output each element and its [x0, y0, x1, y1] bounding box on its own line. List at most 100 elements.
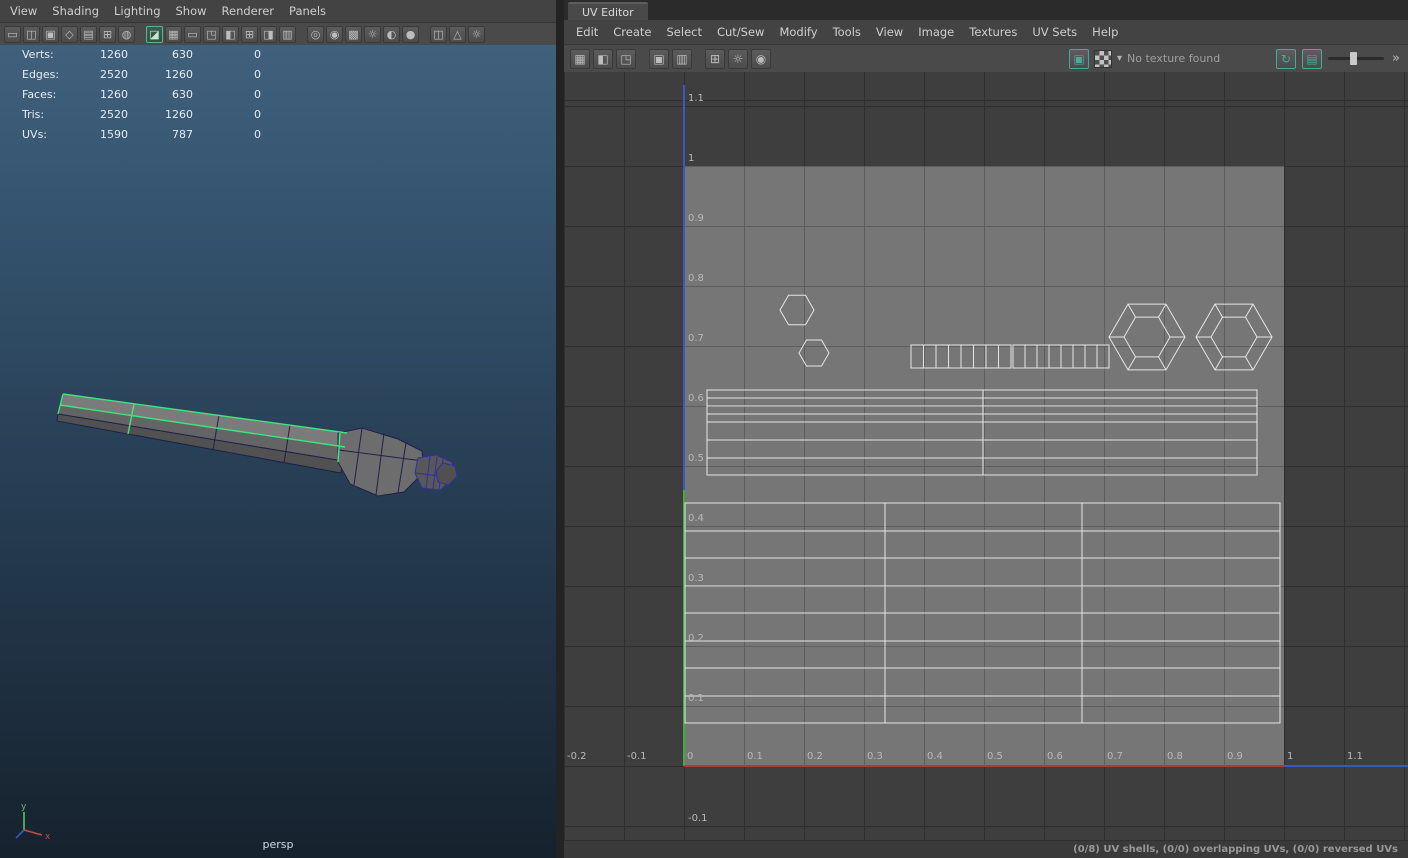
viewport-menubar: View Shading Lighting Show Renderer Pane…: [0, 0, 556, 23]
uv-shell-hex-small-2[interactable]: [798, 339, 830, 367]
image-ratio-icon[interactable]: [1302, 48, 1323, 69]
menu-modify[interactable]: Modify: [779, 25, 817, 39]
xray-icon[interactable]: [430, 25, 447, 43]
uv-shell-hex-small-1[interactable]: [779, 294, 815, 326]
uv-grid-x-label: 0.6: [1047, 751, 1063, 762]
textured-display-icon[interactable]: [345, 25, 362, 43]
uv-shell-strip-2[interactable]: [1012, 344, 1110, 369]
uv-snapshot-icon[interactable]: [751, 48, 771, 69]
uv-grid-x-label: 1.1: [1347, 751, 1363, 762]
menu-edit[interactable]: Edit: [576, 25, 598, 39]
exposure-icon[interactable]: [468, 25, 485, 43]
texture-dropdown-caret[interactable]: [1117, 53, 1122, 64]
oversampling-icon[interactable]: [118, 25, 135, 43]
image-dim-slider[interactable]: [1328, 52, 1385, 65]
uv-grid-y-label: 1: [688, 153, 695, 164]
checker-pattern-icon[interactable]: [1094, 49, 1112, 68]
menu-image[interactable]: Image: [918, 25, 954, 39]
menu-view[interactable]: View: [10, 4, 37, 18]
pan-zoom-icon[interactable]: [99, 25, 116, 43]
uv-grid-y-label: 0.6: [688, 393, 704, 404]
uv-shell-body[interactable]: [684, 502, 1281, 724]
menu-renderer[interactable]: Renderer: [222, 4, 275, 18]
menu-textures[interactable]: Textures: [969, 25, 1017, 39]
safe-action-icon[interactable]: [260, 25, 277, 43]
ambient-occlusion-icon[interactable]: [402, 25, 419, 43]
panel-divider[interactable]: [556, 0, 564, 858]
menu-uv-view[interactable]: View: [876, 25, 903, 39]
film-gate-icon[interactable]: [184, 25, 201, 43]
uv-shell-nut-1[interactable]: [1108, 303, 1186, 371]
uv-grid-x-label: 0.3: [867, 751, 883, 762]
texture-status-label: No texture found: [1127, 52, 1221, 65]
uv-grid-x-label: 0: [687, 751, 694, 762]
menu-panels[interactable]: Panels: [289, 4, 326, 18]
safe-title-icon[interactable]: [279, 25, 296, 43]
tile-layout-icon[interactable]: [570, 48, 590, 69]
select-camera-icon[interactable]: [4, 25, 21, 43]
smooth-shade-icon[interactable]: [326, 25, 343, 43]
menu-help[interactable]: Help: [1092, 25, 1118, 39]
pixel-grid-icon[interactable]: [705, 48, 725, 69]
camera-name-label: persp: [262, 838, 294, 851]
border-edges-icon[interactable]: [649, 48, 669, 69]
orient-shells-icon[interactable]: [616, 48, 636, 69]
texture-borders-icon[interactable]: [672, 48, 692, 69]
camera-attributes-icon[interactable]: [42, 25, 59, 43]
axis-x-line: [23, 829, 43, 836]
expand-toolbar-icon[interactable]: »: [1390, 51, 1402, 66]
stack-shells-icon[interactable]: [593, 48, 613, 69]
texture-controls: No texture found »: [1069, 48, 1402, 69]
axis-z-line: [15, 829, 25, 839]
isolate-select-icon[interactable]: [449, 25, 466, 43]
menu-cut-sew[interactable]: Cut/Sew: [717, 25, 764, 39]
display-image-icon[interactable]: [1069, 48, 1089, 69]
menu-lighting[interactable]: Lighting: [114, 4, 160, 18]
gate-mask-icon[interactable]: [222, 25, 239, 43]
uv-grid-y-label: 0.7: [688, 333, 704, 344]
refresh-image-icon[interactable]: [1276, 48, 1297, 69]
resolution-gate-icon[interactable]: [203, 25, 220, 43]
wireframe-display-icon[interactable]: [307, 25, 324, 43]
uv-canvas[interactable]: (0/8) UV shells, (0/0) overlapping UVs, …: [564, 72, 1408, 858]
menu-create[interactable]: Create: [613, 25, 651, 39]
uv-shell-band[interactable]: [706, 389, 1258, 476]
menu-show[interactable]: Show: [176, 4, 207, 18]
menu-tools[interactable]: Tools: [833, 25, 861, 39]
image-plane-icon[interactable]: [80, 25, 97, 43]
menu-shading[interactable]: Shading: [52, 4, 99, 18]
uv-grid-y-label: 0.1: [688, 693, 704, 704]
maya-window: View Shading Lighting Show Renderer Pane…: [0, 0, 1408, 858]
hud-label: Edges:: [22, 68, 60, 81]
hud-total: 1260: [100, 88, 128, 101]
uv-shell-strip-1[interactable]: [910, 344, 1012, 369]
persp-viewport[interactable]: Verts: 1260 630 0 Edges: 2520 1260 0 Fac…: [0, 45, 556, 858]
uv-shell-nut-2[interactable]: [1195, 303, 1273, 371]
hud-total: 2520: [100, 68, 128, 81]
uv-shell-stats: (0/8) UV shells, (0/0) overlapping UVs, …: [1073, 844, 1398, 855]
lock-camera-icon[interactable]: [23, 25, 40, 43]
hud-label: Verts:: [22, 48, 54, 61]
uv-grid-x-label: 0.8: [1167, 751, 1183, 762]
bookmarks-icon[interactable]: [61, 25, 78, 43]
uv-grid-y-label: -0.1: [688, 813, 708, 824]
uv-grid-y-label: 1.1: [688, 93, 704, 104]
hud-total: 1260: [100, 48, 128, 61]
use-all-lights-icon[interactable]: [364, 25, 381, 43]
menu-select[interactable]: Select: [667, 25, 702, 39]
model-wireframe[interactable]: [0, 45, 556, 858]
model-ferrule[interactable]: [337, 427, 425, 497]
shadows-icon[interactable]: [383, 25, 400, 43]
shaded-uv-icon[interactable]: [728, 48, 748, 69]
hud-third: 0: [254, 68, 261, 81]
hud-third: 0: [254, 128, 261, 141]
uv-grid-x-label: -0.1: [627, 751, 647, 762]
hud-selected: 1260: [165, 68, 193, 81]
menu-uv-sets[interactable]: UV Sets: [1032, 25, 1077, 39]
grid-toggle-icon[interactable]: [165, 25, 182, 43]
grease-pencil-icon[interactable]: [146, 25, 163, 43]
uv-editor-tab[interactable]: UV Editor: [568, 2, 648, 20]
field-chart-icon[interactable]: [241, 25, 258, 43]
slider-handle[interactable]: [1350, 52, 1358, 65]
uv-grid-y-label: 0.5: [688, 453, 704, 464]
